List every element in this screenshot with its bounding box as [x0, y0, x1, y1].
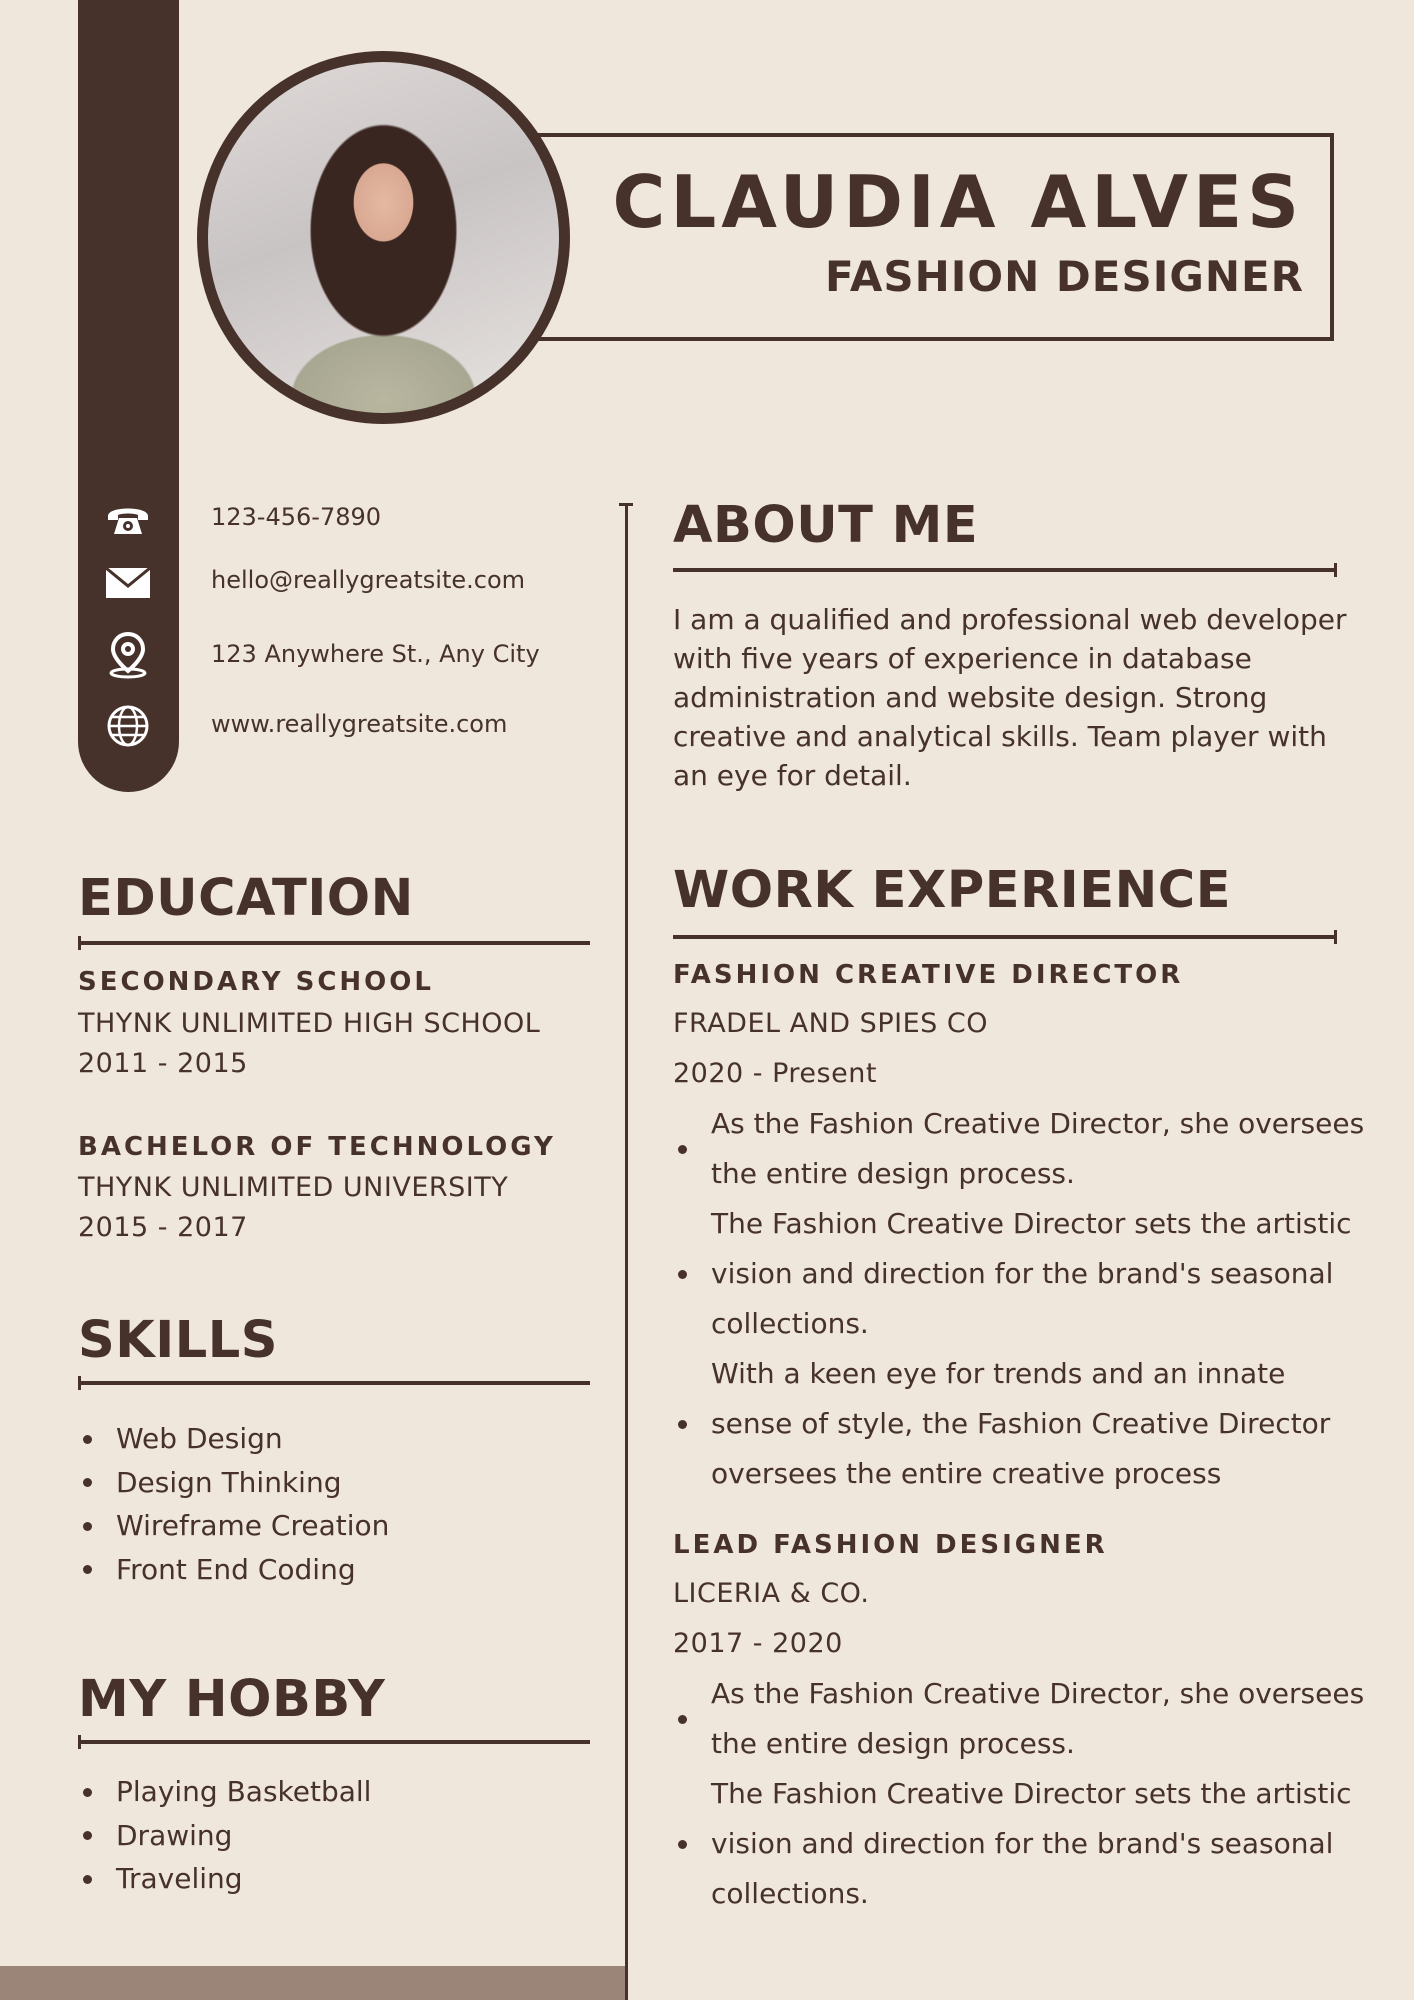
job-title: FASHION DESIGNER [825, 252, 1304, 301]
education-school: THYNK UNLIMITED UNIVERSITY [78, 1172, 509, 1203]
education-years: 2015 - 2017 [78, 1212, 248, 1243]
skills-list: Web Design Design Thinking Wireframe Cre… [78, 1417, 389, 1591]
duty-item: The Fashion Creative Director sets the a… [673, 1199, 1373, 1349]
contact-email: hello@reallygreatsite.com [211, 566, 526, 594]
hobby-list: Playing Basketball Drawing Traveling [78, 1770, 371, 1901]
hobby-rule [78, 1740, 590, 1744]
duty-item: As the Fashion Creative Director, she ov… [673, 1669, 1373, 1769]
about-heading: ABOUT ME [673, 496, 979, 555]
column-divider [625, 503, 628, 2000]
profile-photo-frame [197, 51, 570, 424]
job-company: FRADEL AND SPIES CO [673, 1008, 988, 1039]
job-role: LEAD FASHION DESIGNER [673, 1530, 1108, 1560]
about-rule-tick [1334, 563, 1337, 577]
job-duties: As the Fashion Creative Director, she ov… [673, 1669, 1373, 1919]
education-years: 2011 - 2015 [78, 1048, 248, 1079]
duty-item: With a keen eye for trends and an innate… [673, 1349, 1373, 1499]
about-rule [673, 568, 1337, 572]
profile-photo [208, 62, 559, 413]
hobby-item: Traveling [78, 1857, 371, 1901]
column-divider-cap [619, 503, 633, 506]
duty-item: The Fashion Creative Director sets the a… [673, 1769, 1373, 1919]
person-name: CLAUDIA ALVES [612, 160, 1304, 244]
globe-icon [103, 704, 153, 748]
education-school: THYNK UNLIMITED HIGH SCHOOL [78, 1008, 541, 1039]
skill-item: Web Design [78, 1417, 389, 1461]
contact-phone: 123-456-7890 [211, 503, 382, 531]
bottom-accent-bar [0, 1966, 627, 2000]
education-degree: SECONDARY SCHOOL [78, 967, 434, 997]
job-company: LICERIA & CO. [673, 1578, 870, 1609]
location-pin-icon [103, 631, 153, 679]
duty-item: As the Fashion Creative Director, she ov… [673, 1099, 1373, 1199]
hobby-heading: MY HOBBY [78, 1670, 386, 1729]
about-text: I am a qualified and professional web de… [673, 603, 1347, 792]
education-heading: EDUCATION [78, 869, 414, 928]
education-degree: BACHELOR OF TECHNOLOGY [78, 1132, 556, 1162]
skill-item: Wireframe Creation [78, 1504, 389, 1548]
skill-item: Design Thinking [78, 1461, 389, 1505]
skills-rule [78, 1381, 590, 1385]
work-heading: WORK EXPERIENCE [673, 861, 1232, 920]
job-years: 2020 - Present [673, 1058, 877, 1089]
work-rule-tick [1334, 930, 1337, 944]
hobby-item: Playing Basketball [78, 1770, 371, 1814]
work-rule [673, 935, 1337, 939]
education-rule [78, 941, 590, 945]
phone-icon [103, 499, 153, 539]
contact-address: 123 Anywhere St., Any City [211, 640, 540, 668]
mail-icon [103, 563, 153, 603]
education-rule-tick [78, 936, 81, 950]
job-duties: As the Fashion Creative Director, she ov… [673, 1099, 1373, 1499]
job-years: 2017 - 2020 [673, 1628, 843, 1659]
skills-heading: SKILLS [78, 1311, 278, 1370]
contact-website: www.reallygreatsite.com [211, 710, 508, 738]
skills-rule-tick [78, 1376, 81, 1390]
skill-item: Front End Coding [78, 1548, 389, 1592]
hobby-item: Drawing [78, 1814, 371, 1858]
hobby-rule-tick [78, 1735, 81, 1749]
job-role: FASHION CREATIVE DIRECTOR [673, 960, 1184, 990]
